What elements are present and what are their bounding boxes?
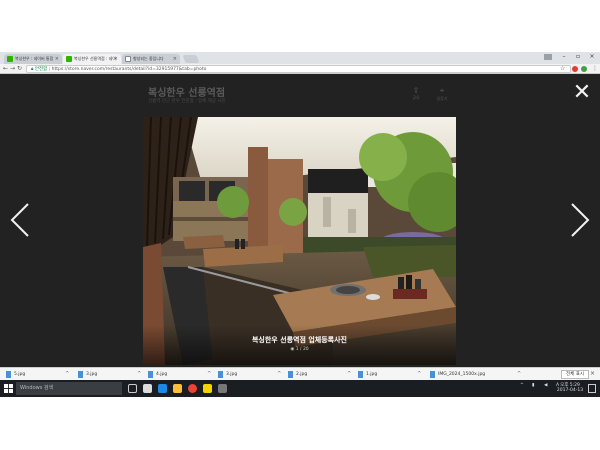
document-icon — [125, 56, 131, 62]
tab-search[interactable]: 복싱한우 : 네이버 통합 × — [4, 54, 62, 64]
download-filename: 3.jpg — [86, 372, 98, 377]
download-filename: 4.jpg — [156, 372, 168, 377]
download-filename: 5.jpg — [14, 372, 26, 377]
photo-caption: 복싱한우 선릉역점 업체등록사진 ◉ 1 / 20 — [143, 325, 456, 365]
clock-date: 2017-04-13 — [556, 388, 584, 393]
directions-label: 길찾기 — [436, 96, 448, 101]
search-placeholder: Windows 검색 — [20, 385, 54, 391]
maximize-icon[interactable]: ▫ — [572, 53, 584, 60]
previous-photo-button[interactable] — [8, 200, 32, 240]
tab-label: 형성되는 중입니다 — [133, 56, 164, 61]
photo-count: 1 / 20 — [295, 347, 309, 352]
desktop-icon[interactable] — [143, 384, 152, 393]
shop-title[interactable]: 복싱한우 선릉역점 — [148, 84, 225, 99]
chrome-icon[interactable] — [188, 384, 197, 393]
caption-title: 복싱한우 선릉역점 업체등록사진 — [251, 336, 348, 344]
show-all-downloads-button[interactable]: 전체 표시 — [561, 370, 589, 379]
naver-icon — [7, 56, 13, 62]
menu-icon[interactable]: ⋮ — [592, 65, 598, 72]
next-photo-button[interactable] — [568, 200, 592, 240]
download-item[interactable]: 5.jpg ^ — [6, 370, 69, 379]
notification-chevron-icon[interactable]: ^ — [520, 383, 524, 388]
close-window-icon[interactable]: × — [586, 53, 598, 60]
tab-loading[interactable]: 형성되는 중입니다 × — [122, 54, 180, 64]
download-item[interactable]: 4.jpg ^ — [148, 370, 211, 379]
image-file-icon — [218, 371, 223, 378]
reload-icon[interactable]: ↻ — [17, 65, 22, 72]
windows-taskbar: Windows 검색 ^ ▮ ◀ A 오후 5:29 2017-04-13 — [0, 380, 600, 397]
action-center-icon[interactable] — [588, 384, 596, 393]
minimize-icon[interactable]: – — [558, 53, 570, 60]
new-tab-button[interactable] — [182, 55, 200, 63]
close-tab-icon[interactable]: × — [114, 54, 118, 64]
edge-icon[interactable] — [158, 384, 167, 393]
address-bar: ← → ↻ 🔒︎ 안전함 | https://store.naver.com/r… — [0, 64, 600, 74]
volume-icon[interactable]: ◀ — [544, 383, 547, 388]
bookmark-star-icon[interactable]: ☆ — [560, 65, 565, 72]
profile-icon[interactable] — [544, 54, 552, 60]
kakaotalk-icon[interactable] — [203, 384, 212, 393]
download-filename: 1.jpg — [366, 372, 378, 377]
file-explorer-icon[interactable] — [173, 384, 182, 393]
tab-label: 복싱한우 선릉역점 : 네이 — [74, 56, 116, 61]
forward-icon[interactable]: → — [10, 65, 15, 72]
download-filename: IMG_2024_1500x.jpg — [438, 372, 486, 377]
share-label: 공유 — [412, 95, 420, 100]
task-view-icon[interactable] — [128, 384, 137, 393]
image-file-icon — [430, 371, 435, 378]
chevron-up-icon[interactable]: ^ — [347, 370, 351, 379]
photo-counter: ◉ 1 / 20 — [143, 347, 456, 352]
chevron-right-icon — [571, 203, 590, 237]
chevron-up-icon[interactable]: ^ — [277, 370, 281, 379]
share-button[interactable]: ⇪ 공유 — [406, 86, 426, 101]
download-filename: 2.jpg — [296, 372, 308, 377]
directions-button[interactable]: ⌖ 길찾기 — [432, 86, 452, 102]
clock[interactable]: 오후 5:29 2017-04-13 — [556, 383, 584, 393]
shop-subtitle: 선릉역 인근 한우 전문점 · 업체 제공 사진 — [148, 99, 226, 104]
chevron-left-icon — [10, 203, 29, 237]
url-input[interactable]: 🔒︎ 안전함 | https://store.naver.com/restaur… — [26, 65, 571, 73]
share-icon: ⇪ — [412, 86, 420, 95]
back-icon[interactable]: ← — [3, 65, 8, 72]
extension-icon[interactable] — [572, 66, 578, 72]
app-icon[interactable] — [218, 384, 227, 393]
chevron-up-icon[interactable]: ^ — [137, 370, 141, 379]
secure-label: 안전함 — [34, 67, 48, 72]
directions-icon: ⌖ — [439, 86, 445, 95]
chevron-up-icon[interactable]: ^ — [65, 370, 69, 379]
close-tab-icon[interactable]: × — [173, 54, 177, 64]
image-file-icon — [358, 371, 363, 378]
windows-start-icon[interactable] — [4, 384, 13, 393]
extension-icon[interactable] — [581, 66, 587, 72]
image-file-icon — [288, 371, 293, 378]
naver-icon — [66, 56, 72, 62]
image-file-icon — [78, 371, 83, 378]
download-bar: 5.jpg ^ 3.jpg ^ 4.jpg ^ 3.jpg ^ 2.jpg ^ 1.jpg… — [0, 367, 600, 380]
close-tab-icon[interactable]: × — [55, 54, 59, 64]
download-item[interactable]: 1.jpg ^ — [358, 370, 421, 379]
lock-icon: 🔒︎ — [31, 67, 34, 72]
image-file-icon — [6, 371, 11, 378]
image-file-icon — [148, 371, 153, 378]
download-item[interactable]: 3.jpg ^ — [218, 370, 281, 379]
network-icon[interactable]: ▮ — [532, 383, 534, 388]
chevron-up-icon[interactable]: ^ — [417, 370, 421, 379]
tab-store[interactable]: 복싱한우 선릉역점 : 네이 × — [63, 54, 121, 64]
chevron-up-icon[interactable]: ^ — [517, 370, 521, 379]
download-item[interactable]: 2.jpg ^ — [288, 370, 351, 379]
download-filename: 3.jpg — [226, 372, 238, 377]
camera-icon: ◉ — [290, 347, 295, 352]
tab-strip: 복싱한우 : 네이버 통합 × 복싱한우 선릉역점 : 네이 × 형성되는 중입… — [0, 52, 600, 64]
download-item[interactable]: IMG_2024_1500x.jpg ^ — [430, 370, 521, 379]
close-download-bar-icon[interactable]: × — [590, 370, 595, 377]
tab-label: 복싱한우 : 네이버 통합 — [15, 56, 54, 61]
chevron-up-icon[interactable]: ^ — [207, 370, 211, 379]
windows-search-box[interactable]: Windows 검색 — [16, 382, 122, 395]
url-text: https://store.naver.com/restaurants/deta… — [51, 67, 207, 72]
close-viewer-icon[interactable]: ✕ — [570, 82, 594, 106]
download-item[interactable]: 3.jpg ^ — [78, 370, 141, 379]
